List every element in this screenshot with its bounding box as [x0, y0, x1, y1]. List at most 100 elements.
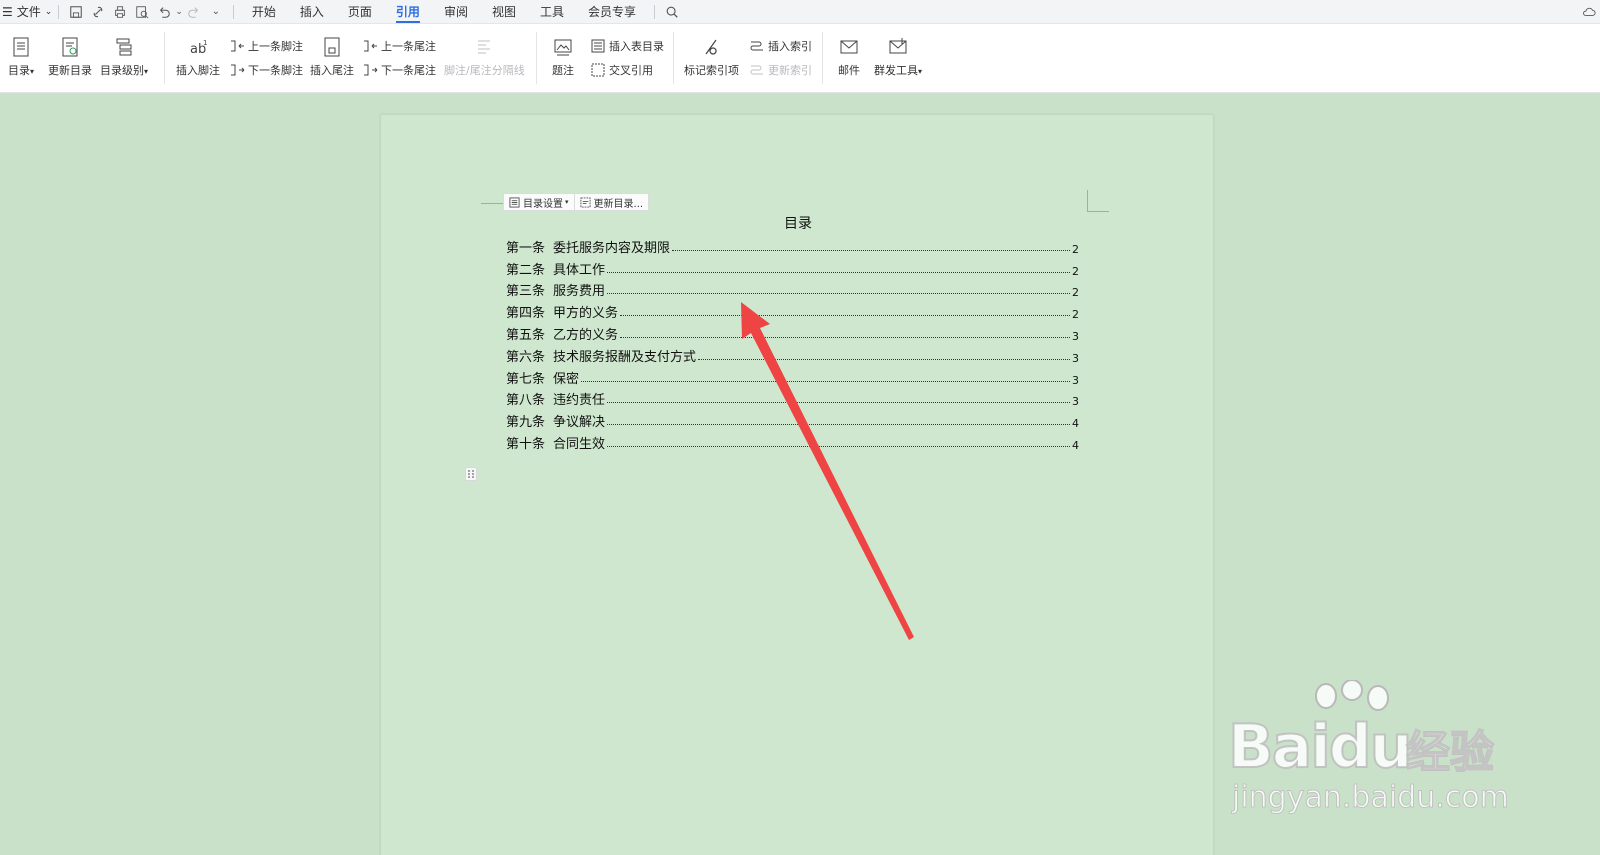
toc-entry-page: 4 — [1072, 438, 1079, 452]
toc-entry-number: 第四条 — [506, 306, 546, 322]
toc-entry-title: 服务费用 — [553, 284, 606, 300]
toc-entry-number: 第三条 — [506, 284, 546, 300]
toc-dot-leader — [698, 358, 1070, 360]
mass-mail-tool-button[interactable]: 群发工具▾ — [874, 36, 922, 78]
next-footnote-label: 下一条脚注 — [248, 64, 303, 77]
cloud-icon[interactable] — [1578, 1, 1600, 23]
chevron-down-icon: ⌄ — [44, 6, 53, 17]
toc-entry-page: 2 — [1072, 242, 1079, 256]
watermark-cn-text: 经验 — [1405, 726, 1495, 779]
update-toc-button[interactable]: 更新目录 — [48, 36, 92, 78]
toc-entry[interactable]: 第五条 乙方的义务 3 — [506, 321, 1079, 343]
mass-mail-tool-label: 群发工具 — [874, 64, 918, 77]
baidu-watermark: Baidu 经验 jingyan.baidu.com — [1227, 680, 1528, 830]
file-menu-label: 文件 — [16, 5, 41, 19]
tab-member[interactable]: 会员专享 — [576, 0, 648, 24]
insert-footnote-label: 插入脚注 — [176, 64, 220, 77]
menu-tabs: 开始 插入 页面 引用 审阅 视图 工具 会员专享 — [240, 0, 648, 24]
insert-table-of-figures-button[interactable]: 插入表目录 — [590, 38, 664, 54]
toc-entry[interactable]: 第九条 争议解决 4 — [506, 408, 1079, 430]
tab-review[interactable]: 审阅 — [432, 0, 480, 24]
toc-entry-page: 3 — [1072, 395, 1079, 409]
toc-dot-leader — [607, 402, 1070, 404]
toc-entry[interactable]: 第八条 违约责任 3 — [506, 387, 1079, 409]
mail-button[interactable]: 邮件 — [838, 36, 860, 78]
toc-entry-number: 第八条 — [506, 393, 546, 409]
watermark-brand-text-2: du — [1328, 711, 1414, 783]
divider — [654, 4, 655, 19]
toc-entry[interactable]: 第七条 保密 3 — [506, 365, 1079, 387]
prev-footnote-icon — [229, 38, 245, 54]
tab-page[interactable]: 页面 — [336, 0, 384, 24]
caption-button[interactable]: 题注 — [552, 36, 574, 78]
print-icon[interactable] — [109, 1, 131, 23]
toc-update-button[interactable]: 更新目录... — [573, 194, 649, 210]
cross-reference-button[interactable]: 交叉引用 — [590, 62, 653, 78]
ribbon-divider — [536, 32, 537, 84]
toc-level-button[interactable]: 目录级别▾ — [100, 36, 148, 78]
mark-index-entry-button[interactable]: 标记索引项 — [684, 36, 739, 78]
toc-settings-icon — [509, 196, 520, 208]
undo-dropdown-icon[interactable]: ⌄ — [175, 7, 183, 17]
toc-entry[interactable]: 第一条 委托服务内容及期限 2 — [506, 234, 1079, 256]
drag-handle-icon[interactable] — [465, 467, 477, 481]
toc-entry-title: 保密 — [553, 371, 580, 387]
toc-floating-toolbar: 目录设置 ▾ 更新目录... — [503, 193, 650, 211]
tab-insert[interactable]: 插入 — [288, 0, 336, 24]
prev-endnote-icon — [362, 38, 378, 54]
tab-home[interactable]: 开始 — [240, 0, 288, 24]
undo-icon[interactable] — [153, 1, 175, 23]
insert-index-button[interactable]: 插入索引 — [749, 38, 812, 54]
mark-index-entry-label: 标记索引项 — [684, 64, 739, 77]
toc-dot-leader — [581, 380, 1070, 382]
print-preview-icon[interactable] — [131, 1, 153, 23]
watermark-brand-text: Bai — [1227, 711, 1332, 783]
search-icon[interactable] — [661, 1, 683, 23]
toc-entry[interactable]: 第四条 甲方的义务 2 — [506, 299, 1079, 321]
redo-icon[interactable] — [183, 1, 205, 23]
note-separator-button[interactable]: 脚注/尾注分隔线 — [444, 36, 525, 78]
next-endnote-icon — [362, 62, 378, 78]
insert-index-icon — [749, 38, 765, 54]
divider — [232, 4, 234, 19]
update-index-button[interactable]: 更新索引 — [749, 62, 812, 78]
next-footnote-button[interactable]: 下一条脚注 — [229, 62, 303, 78]
next-endnote-button[interactable]: 下一条尾注 — [362, 62, 436, 78]
toc-entry-page: 2 — [1072, 264, 1079, 278]
toc-level-label: 目录级别 — [100, 64, 144, 77]
toc-entry-number: 第七条 — [506, 371, 546, 387]
toc-entry[interactable]: 第六条 技术服务报酬及支付方式 3 — [506, 343, 1079, 365]
toc-entry-page: 3 — [1072, 351, 1079, 365]
toc-entry-number: 第二条 — [506, 262, 546, 278]
link-icon[interactable] — [87, 1, 109, 23]
toc-dot-leader — [620, 315, 1070, 317]
document-page[interactable]: 目录设置 ▾ 更新目录... 目录 第一条 委托服务内容及期限 2 第二条 具体工作 2… — [380, 114, 1214, 855]
toc-entry-title: 乙方的义务 — [553, 327, 619, 343]
chevron-down-icon: ▾ — [918, 67, 923, 76]
toc-entry[interactable]: 第三条 服务费用 2 — [506, 278, 1079, 300]
ribbon-divider — [164, 32, 165, 84]
more-dropdown-icon[interactable]: ⌄ — [205, 1, 227, 23]
next-endnote-label: 下一条尾注 — [381, 64, 436, 77]
toc-settings-button[interactable]: 目录设置 ▾ — [504, 194, 574, 210]
toc-entry[interactable]: 第十条 合同生效 4 — [506, 430, 1079, 452]
save-icon[interactable] — [65, 1, 87, 23]
table-of-figures-icon — [590, 38, 606, 54]
toc-entry[interactable]: 第二条 具体工作 2 — [506, 256, 1079, 278]
tab-view[interactable]: 视图 — [480, 0, 528, 24]
tab-references[interactable]: 引用 — [384, 0, 432, 24]
prev-footnote-button[interactable]: 上一条脚注 — [229, 38, 303, 54]
insert-footnote-button[interactable]: ab 1 插入脚注 — [176, 36, 220, 78]
cross-reference-icon — [590, 62, 606, 78]
chevron-down-icon: ▾ — [144, 67, 149, 76]
tab-label: 视图 — [491, 5, 516, 19]
toc-entry-number: 第五条 — [506, 327, 546, 343]
file-menu[interactable]: ☰ 文件 ⌄ — [0, 0, 52, 24]
separator-line-icon — [473, 36, 495, 58]
toc-button[interactable]: 目录▾ — [8, 36, 34, 78]
insert-endnote-button[interactable]: 插入尾注 — [310, 36, 354, 78]
toc-dot-leader — [672, 249, 1070, 251]
caption-icon — [552, 36, 574, 58]
prev-endnote-button[interactable]: 上一条尾注 — [362, 38, 436, 54]
tab-tools[interactable]: 工具 — [528, 0, 576, 24]
